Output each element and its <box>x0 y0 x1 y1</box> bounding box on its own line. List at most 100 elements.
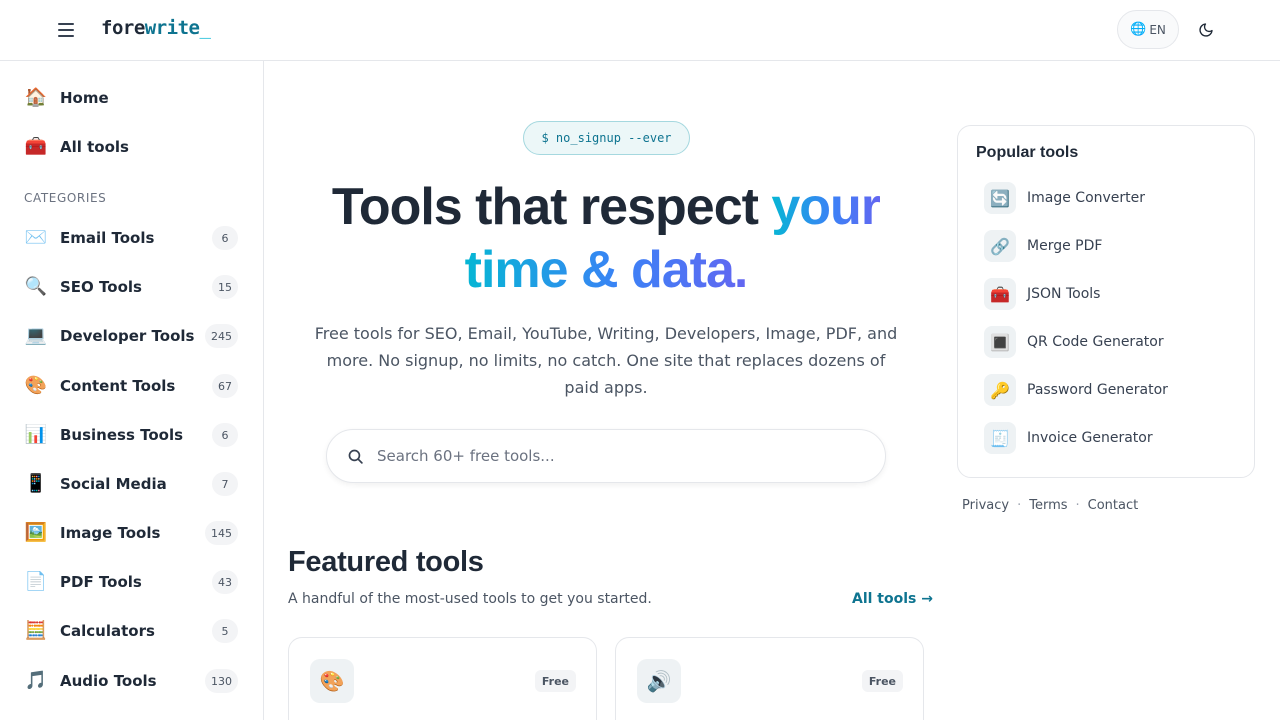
footer-links: Privacy · Terms · Contact <box>962 498 1138 513</box>
hero-text-highlight-1: your <box>771 178 881 236</box>
privacy-link[interactable]: Privacy <box>962 498 1009 513</box>
sidebar-item-image-tools[interactable]: 🖼️ Image Tools 145 <box>24 513 240 553</box>
popular-item-merge-pdf[interactable]: 🔗 Merge PDF <box>984 229 1244 263</box>
sidebar-item-audio-tools[interactable]: 🎵 Audio Tools 130 <box>24 661 240 701</box>
site-logo[interactable]: forewrite_ <box>101 17 211 39</box>
hero-subtitle: Free tools for SEO, Email, YouTube, Writ… <box>314 324 898 397</box>
logo-part-fore: fore <box>101 17 145 39</box>
count-badge: 6 <box>212 423 238 447</box>
laptop-icon: 💻 <box>24 325 48 346</box>
key-icon: 🔑 <box>984 374 1016 406</box>
sidebar-item-label: PDF Tools <box>60 573 142 591</box>
popular-item-label: JSON Tools <box>1027 286 1101 302</box>
search-box[interactable] <box>326 429 886 483</box>
home-icon: 🏠 <box>24 87 48 108</box>
sidebar-item-developer-tools[interactable]: 💻 Developer Tools 245 <box>24 316 240 356</box>
palette-icon: 🎨 <box>310 659 354 703</box>
popular-tools-title: Popular tools <box>976 144 1079 161</box>
popular-item-label: Image Converter <box>1027 190 1146 206</box>
count-badge: 5 <box>212 619 238 643</box>
sidebar-item-label: Business Tools <box>60 426 184 444</box>
sidebar-item-label: Social Media <box>60 475 167 493</box>
sidebar-item-all-tools[interactable]: 🧰 All tools <box>24 127 240 167</box>
separator: · <box>1017 498 1022 513</box>
hero-text-highlight-2: time & data. <box>464 241 749 299</box>
language-button[interactable]: 🌐 EN <box>1117 10 1179 49</box>
popular-item-label: Password Generator <box>1027 382 1168 398</box>
toolbox-icon: 🧰 <box>24 136 48 157</box>
popular-item-label: QR Code Generator <box>1027 334 1164 350</box>
sidebar-item-pdf-tools[interactable]: 📄 PDF Tools 43 <box>24 562 240 602</box>
theme-toggle-button[interactable] <box>1192 16 1220 44</box>
hamburger-icon[interactable] <box>52 16 80 44</box>
sidebar: 🏠 Home 🧰 All tools CATEGORIES ✉️ Email T… <box>0 61 264 720</box>
count-badge: 145 <box>205 521 238 545</box>
popular-item-image-converter[interactable]: 🔄 Image Converter <box>984 181 1244 215</box>
sidebar-item-label: Home <box>60 89 109 107</box>
count-badge: 6 <box>212 226 238 250</box>
featured-tool-card[interactable]: 🔊 Free <box>615 637 924 720</box>
sidebar-item-home[interactable]: 🏠 Home <box>24 78 240 118</box>
sidebar-item-label: Developer Tools <box>60 327 195 345</box>
popular-item-label: Merge PDF <box>1027 238 1103 254</box>
popular-tools-panel: Popular tools 🔄 Image Converter 🔗 Merge … <box>957 125 1255 478</box>
magnifier-icon: 🔍 <box>24 276 48 297</box>
sidebar-item-label: Image Tools <box>60 524 161 542</box>
bar-chart-icon: 📊 <box>24 424 48 445</box>
top-header: forewrite_ 🌐 EN <box>0 0 1280 61</box>
abacus-icon: 🧮 <box>24 620 48 641</box>
language-label: EN <box>1149 22 1166 37</box>
search-input[interactable] <box>377 447 857 465</box>
phone-icon: 📱 <box>24 473 48 494</box>
popular-item-password-generator[interactable]: 🔑 Password Generator <box>984 373 1244 407</box>
popular-item-qr-code-generator[interactable]: 🔳 QR Code Generator <box>984 325 1244 359</box>
document-icon: 📄 <box>24 571 48 592</box>
count-badge: 7 <box>212 472 238 496</box>
featured-tools-title: Featured tools <box>288 546 484 578</box>
popular-item-label: Invoice Generator <box>1027 430 1153 446</box>
count-badge: 15 <box>212 275 238 299</box>
envelope-icon: ✉️ <box>24 227 48 248</box>
logo-part-write: write <box>144 17 200 39</box>
qr-square-icon: 🔳 <box>984 326 1016 358</box>
sidebar-item-label: Email Tools <box>60 229 155 247</box>
search-icon <box>345 446 365 466</box>
count-badge: 130 <box>205 669 238 693</box>
sidebar-item-content-tools[interactable]: 🎨 Content Tools 67 <box>24 366 240 406</box>
free-badge: Free <box>861 670 903 692</box>
hero-text-plain: Tools that respect <box>331 178 772 236</box>
sidebar-item-email-tools[interactable]: ✉️ Email Tools 6 <box>24 218 240 258</box>
featured-tool-card[interactable]: 🎨 Free <box>288 637 597 720</box>
sidebar-item-seo-tools[interactable]: 🔍 SEO Tools 15 <box>24 267 240 307</box>
sidebar-item-business-tools[interactable]: 📊 Business Tools 6 <box>24 415 240 455</box>
no-signup-badge: $ no_signup --ever <box>523 121 690 155</box>
sidebar-item-label: SEO Tools <box>60 278 142 296</box>
all-tools-link[interactable]: All tools → <box>852 591 933 607</box>
hero-heading: Tools that respect your time & data. <box>290 176 922 302</box>
speaker-icon: 🔊 <box>637 659 681 703</box>
featured-tools-subtitle: A handful of the most-used tools to get … <box>288 591 652 607</box>
sidebar-item-label: All tools <box>60 138 129 156</box>
moon-icon <box>1199 23 1213 37</box>
palette-icon: 🎨 <box>24 375 48 396</box>
free-badge: Free <box>534 670 576 692</box>
popular-item-invoice-generator[interactable]: 🧾 Invoice Generator <box>984 421 1244 455</box>
sidebar-item-calculators[interactable]: 🧮 Calculators 5 <box>24 611 240 651</box>
contact-link[interactable]: Contact <box>1088 498 1139 513</box>
count-badge: 67 <box>212 374 238 398</box>
sidebar-item-social-media[interactable]: 📱 Social Media 7 <box>24 464 240 504</box>
logo-cursor: _ <box>199 17 211 39</box>
categories-heading: CATEGORIES <box>24 191 107 205</box>
popular-item-json-tools[interactable]: 🧰 JSON Tools <box>984 277 1244 311</box>
converter-icon: 🔄 <box>984 182 1016 214</box>
toolbox-icon: 🧰 <box>984 278 1016 310</box>
globe-icon: 🌐 <box>1130 22 1147 37</box>
music-note-icon: 🎵 <box>24 670 48 691</box>
sidebar-item-label: Audio Tools <box>60 672 157 690</box>
count-badge: 245 <box>205 324 238 348</box>
terms-link[interactable]: Terms <box>1029 498 1067 513</box>
sidebar-item-label: Content Tools <box>60 377 176 395</box>
receipt-icon: 🧾 <box>984 422 1016 454</box>
separator: · <box>1075 498 1080 513</box>
count-badge: 43 <box>212 570 238 594</box>
